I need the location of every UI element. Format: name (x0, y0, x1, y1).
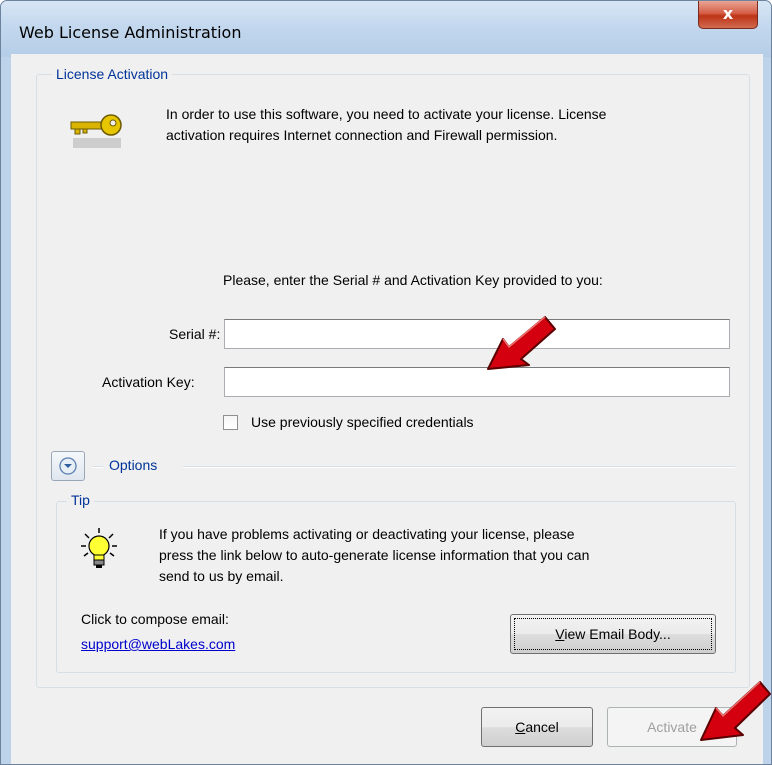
view-email-label: iew Email Body... (564, 626, 671, 642)
intro-text-line2: activation requires Internet connection … (166, 127, 558, 143)
title-bar[interactable]: Web License Administration x (1, 1, 771, 57)
use-previous-checkbox[interactable] (223, 415, 238, 430)
use-previous-label[interactable]: Use previously specified credentials (251, 412, 474, 433)
tip-text-line3: send to us by email. (159, 568, 284, 584)
red-arrow-icon (487, 316, 556, 370)
cancel-mnemonic: C (515, 719, 526, 735)
compose-email-label: Click to compose email: (81, 611, 229, 627)
serial-label: Serial #: (169, 326, 221, 342)
support-email-link[interactable]: support@webLakes.com (81, 634, 235, 655)
options-divider-right (183, 466, 735, 468)
options-label[interactable]: Options (109, 455, 157, 476)
serial-input[interactable] (224, 319, 730, 349)
credentials-prompt: Please, enter the Serial # and Activatio… (223, 272, 603, 288)
view-email-mnemonic: V (555, 626, 565, 642)
dialog-body: License Activation In order to use this … (11, 54, 763, 764)
options-toggle-button[interactable] (51, 451, 85, 481)
view-email-body-button[interactable]: View Email Body... (510, 614, 716, 654)
options-divider-left (93, 466, 103, 468)
activation-key-label: Activation Key: (102, 374, 195, 390)
key-icon (70, 114, 122, 148)
red-arrow-icon-activate (700, 681, 771, 741)
window-title: Web License Administration (19, 23, 242, 42)
tip-legend: Tip (67, 492, 94, 508)
cancel-label: ancel (525, 719, 559, 735)
tip-text-line2: press the link below to auto-generate li… (159, 547, 590, 563)
lightbulb-icon (81, 528, 117, 568)
license-window: Web License Administration x License Act… (0, 0, 772, 765)
activation-key-input[interactable] (224, 367, 730, 397)
close-icon: x (722, 4, 734, 23)
tip-text-line1: If you have problems activating or deact… (159, 526, 575, 542)
close-button[interactable]: x (698, 1, 758, 29)
chevron-down-icon (59, 457, 77, 475)
activate-label: Activate (647, 719, 697, 735)
cancel-button[interactable]: Cancel (481, 707, 593, 747)
intro-text-line1: In order to use this software, you need … (166, 106, 607, 122)
license-activation-legend: License Activation (52, 66, 173, 82)
